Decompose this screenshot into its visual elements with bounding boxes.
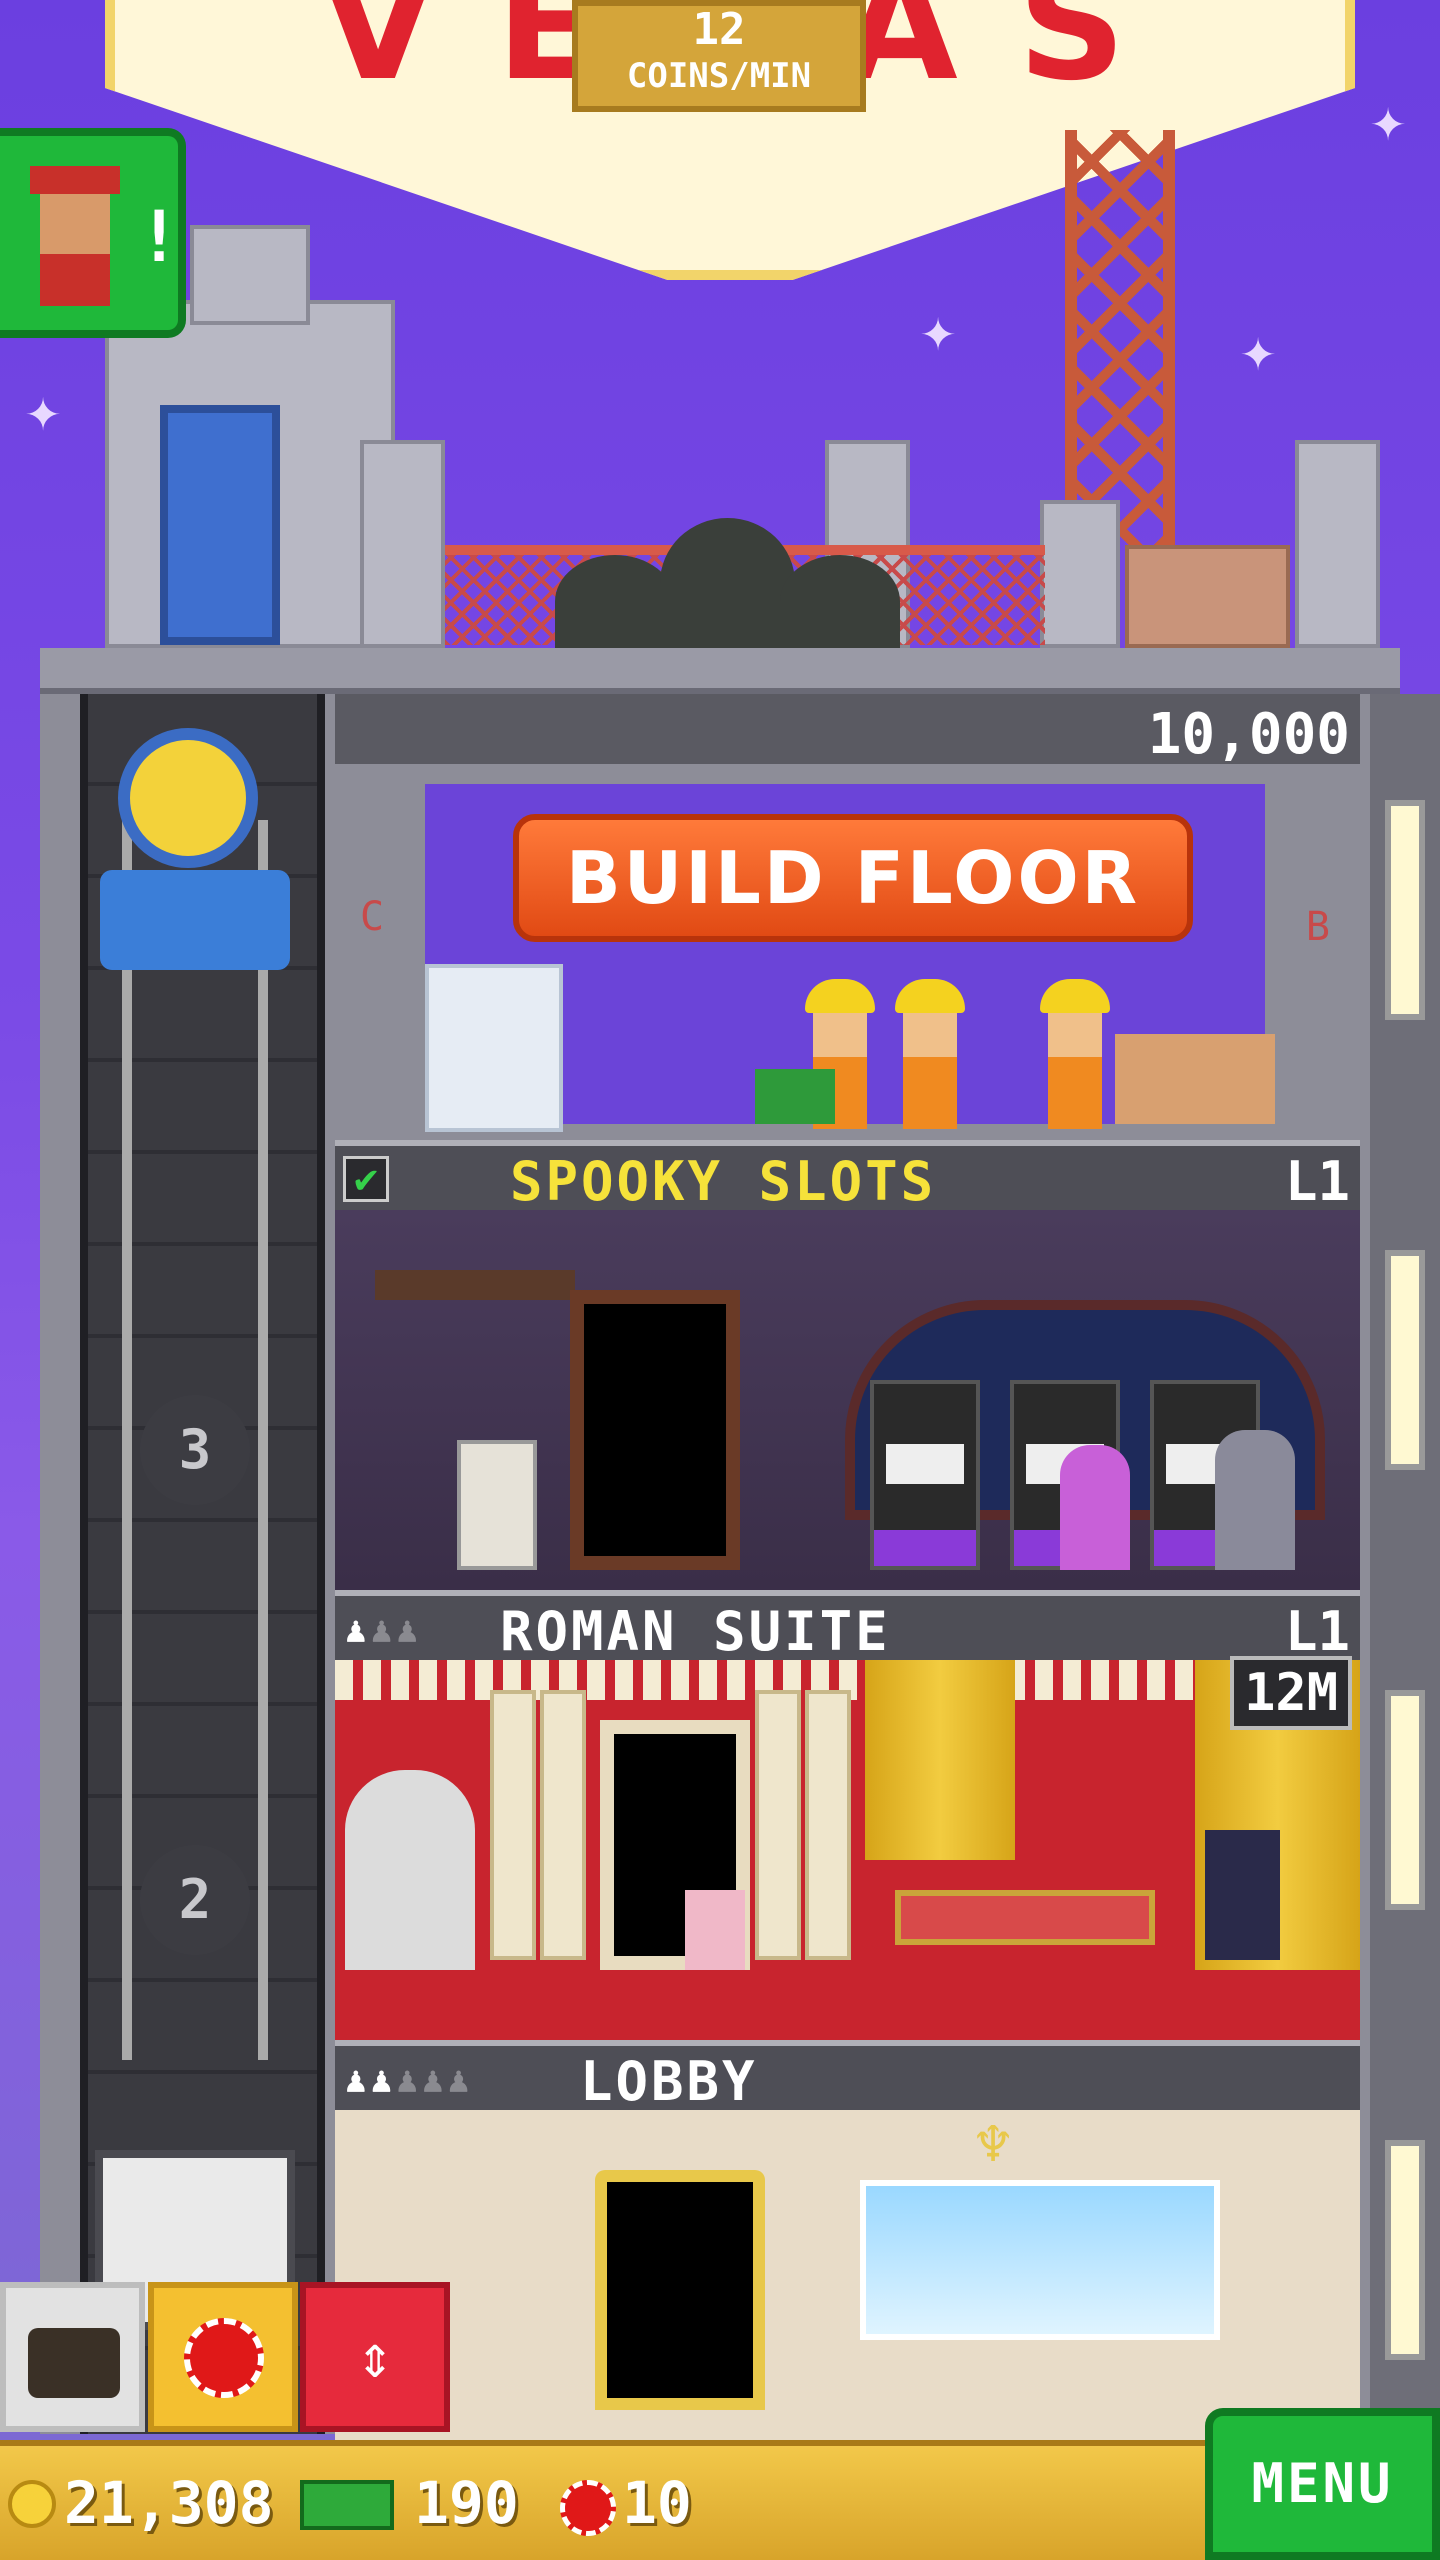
menu-button[interactable]: MENU <box>1205 2408 1440 2560</box>
marble-column <box>540 1690 586 1960</box>
bellhop-avatar <box>30 166 120 306</box>
chandelier <box>375 1270 575 1300</box>
up-down-arrows-icon: ⇕ <box>356 2322 394 2392</box>
zombie-character <box>1215 1430 1295 1570</box>
empty-resident-icon: ♟♟ <box>370 1610 423 1651</box>
guest-character <box>685 1890 745 1970</box>
floor-roman-suite[interactable]: ♟♟♟ ROMAN SUITE L1 12M <box>335 1590 1360 2040</box>
floor-header: ✔ SPOOKY SLOTS L1 <box>335 1140 1360 1213</box>
roman-couch <box>895 1890 1155 1945</box>
floor-name: LOBBY <box>580 2050 758 2113</box>
roof-door <box>160 405 280 645</box>
elevator-cable <box>122 820 132 2060</box>
floor-header: ♟♟♟ ROMAN SUITE L1 <box>335 1590 1360 1663</box>
bux-count: 190 <box>414 2469 519 2537</box>
coin-rate-value: 12 <box>692 4 746 55</box>
elevator-motor <box>100 870 290 970</box>
resident-icon: ♟ <box>345 1610 371 1651</box>
floor-name: ROMAN SUITE <box>500 1600 891 1663</box>
coin-rate-unit: COINS/MIN <box>626 56 812 96</box>
casino-chip-icon <box>184 2318 264 2398</box>
roman-statue <box>345 1770 475 1970</box>
occupancy-icons: ♟♟♟♟♟ <box>345 2056 473 2106</box>
guest-character <box>1060 1445 1130 1570</box>
floor-level: L1 <box>1284 1600 1350 1663</box>
empty-resident-icon: ♟♟♟ <box>396 2060 474 2101</box>
marble-column <box>755 1690 801 1960</box>
occupancy-icons: ♟♟♟ <box>345 1606 422 1656</box>
elevator-button[interactable]: ⇕ <box>300 2282 450 2432</box>
elevator-floor-number: 3 <box>140 1395 250 1505</box>
elevator-pulley-icon <box>118 728 258 868</box>
tower-bux-icon[interactable] <box>300 2480 394 2530</box>
tower-roof <box>40 648 1400 694</box>
green-toolbox <box>755 1069 835 1124</box>
sparkle-icon: ✦ <box>1240 315 1277 385</box>
marble-column <box>805 1690 851 1960</box>
sparkle-icon: ✦ <box>1370 85 1407 155</box>
floor-header: ♟♟♟♟♟ LOBBY <box>335 2040 1360 2113</box>
construction-crane <box>1065 130 1175 550</box>
chandelier-icon: ♆ <box>975 2110 1012 2180</box>
resident-icon: ♟♟ <box>345 2060 397 2101</box>
build-floor-button[interactable]: BUILD FLOOR <box>513 814 1193 942</box>
gold-curtain <box>865 1660 1015 1860</box>
floor-name: SPOOKY SLOTS <box>510 1150 937 1213</box>
sparkle-icon: ✦ <box>920 295 957 365</box>
roof-pillar <box>1295 440 1380 648</box>
construction-worker <box>1040 979 1110 1129</box>
casino-chips-button[interactable] <box>148 2282 298 2432</box>
build-floor-slot[interactable]: 10,000 C B BUILD FLOOR <box>335 694 1360 1136</box>
floor-header: 10,000 <box>335 694 1360 767</box>
chips-count: 10 <box>622 2469 692 2537</box>
lobby-entrance <box>595 2170 765 2410</box>
roof-vent <box>190 225 310 325</box>
slot-machine <box>870 1380 980 1570</box>
coins-count: 21,308 <box>64 2469 274 2537</box>
roof-dome <box>555 555 675 648</box>
roof-pillar <box>360 440 445 648</box>
glass-stack <box>425 964 563 1132</box>
coin-icon <box>8 2480 56 2528</box>
marble-column <box>490 1690 536 1960</box>
roof-dome <box>780 555 900 648</box>
inventory-button[interactable] <box>0 2282 145 2432</box>
floor-level: L1 <box>1284 1150 1350 1213</box>
roof-crate <box>1125 545 1290 648</box>
lobby-window <box>860 2180 1220 2340</box>
bellhop-button[interactable]: ! <box>0 128 186 338</box>
wall-mark: C <box>360 894 385 940</box>
tower-window <box>1385 1690 1425 1910</box>
floor-spooky-slots[interactable]: ✔ SPOOKY SLOTS L1 <box>335 1140 1360 1590</box>
roof-pillar <box>1040 500 1120 648</box>
sparkle-icon: ✦ <box>25 375 62 445</box>
population-badge: 12M <box>1230 1656 1352 1730</box>
tower-window <box>1385 800 1425 1020</box>
construction-worker <box>895 979 965 1129</box>
elevator-floor-number: 2 <box>140 1845 250 1955</box>
elevator-cable <box>258 820 268 2060</box>
alert-icon: ! <box>138 196 181 278</box>
checkmark-icon: ✔ <box>343 1156 389 1202</box>
wall-mark: B <box>1305 904 1330 950</box>
tower-window <box>1385 2140 1425 2360</box>
room-doorway <box>570 1290 740 1570</box>
roof-dome <box>660 518 795 648</box>
briefcase-icon <box>28 2328 120 2398</box>
floor-lobby[interactable]: ♟♟♟♟♟ LOBBY ♆ <box>335 2040 1360 2510</box>
supply-crate <box>1115 1034 1275 1124</box>
coin-rate-panel: 12 COINS/MIN <box>572 0 866 112</box>
atm-machine <box>457 1440 537 1570</box>
tower-window <box>1385 1250 1425 1470</box>
build-floor-price: 10,000 <box>1147 702 1350 767</box>
casino-chip-icon <box>560 2480 616 2536</box>
guest-character <box>1205 1830 1280 1960</box>
